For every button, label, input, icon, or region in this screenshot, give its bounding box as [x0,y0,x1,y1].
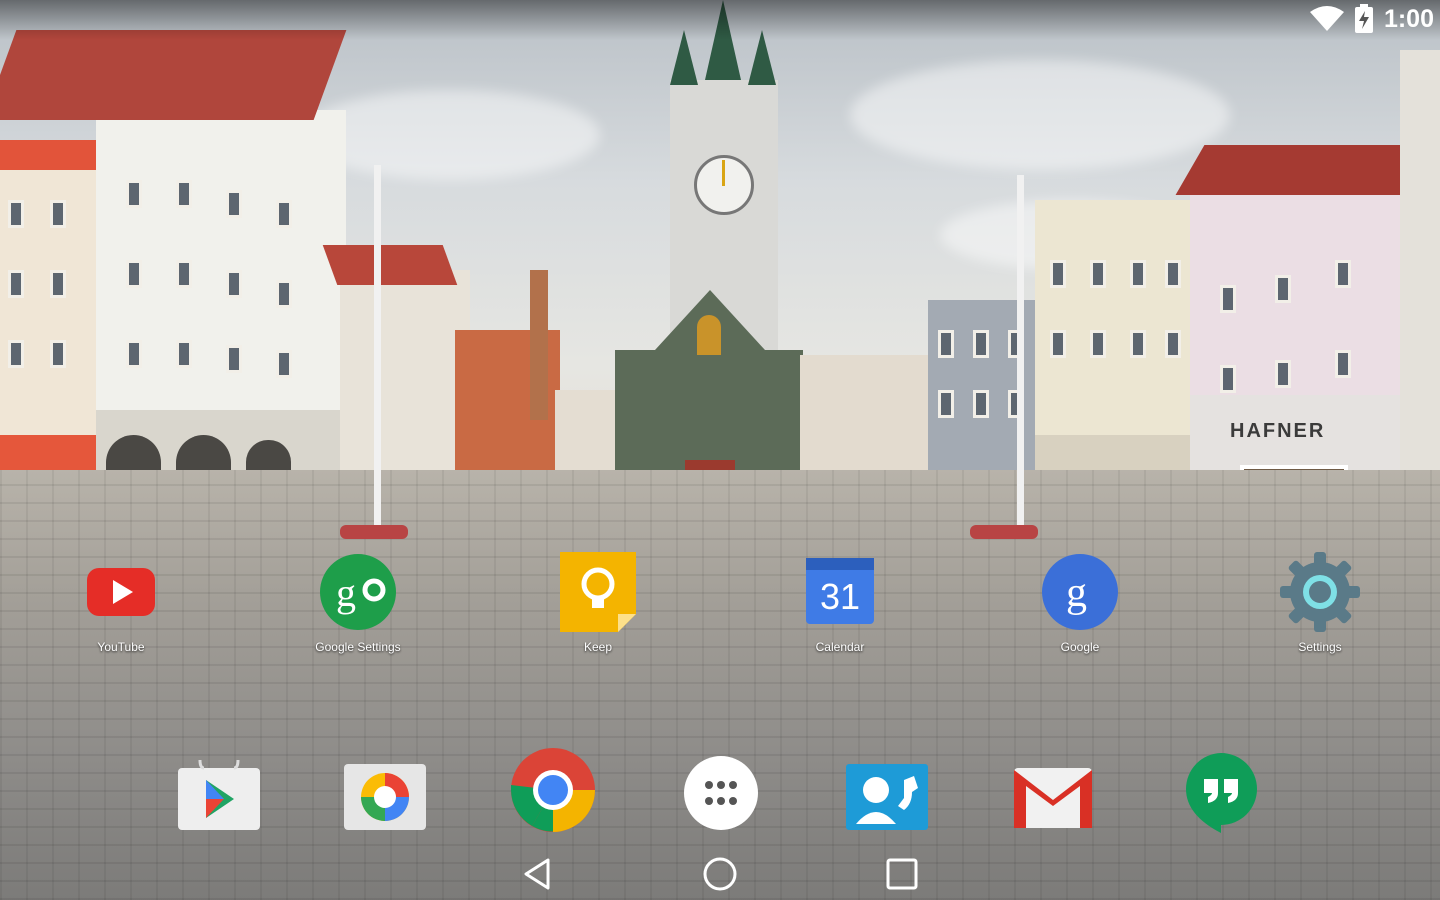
settings-gear-icon [1280,552,1360,632]
calendar-icon: 31 [800,552,880,632]
app-drawer-icon [684,756,758,830]
building-mid-left [322,245,470,500]
status-bar: 1:00 [0,0,1440,40]
bench [340,525,408,539]
back-button[interactable] [518,854,558,894]
app-label: Calendar [815,640,865,654]
google-icon: g [1040,552,1120,632]
dock-photos[interactable] [340,752,430,842]
home-button[interactable] [700,854,740,894]
calendar-date: 31 [819,576,861,617]
recents-button[interactable] [882,854,922,894]
app-settings[interactable]: Settings [1245,552,1395,654]
google-settings-icon: g [318,552,398,632]
photos-icon [344,764,426,830]
app-label: Google Settings [315,640,401,654]
storefront-sign: HAFNER [1230,420,1326,442]
navigation-bar [0,842,1440,900]
status-clock: 1:00 [1383,4,1434,33]
app-label: Keep [583,640,613,654]
app-calendar[interactable]: 31 Calendar [765,552,915,654]
contacts-icon [846,764,928,830]
building-right-cream [1035,200,1195,510]
building-left-white [0,30,347,520]
distant-spire [530,270,548,420]
dock-gmail[interactable] [1008,752,1098,842]
gmail-icon [1014,768,1092,828]
home-icon [703,857,737,891]
hangouts-icon [1186,753,1257,833]
dock-app-drawer[interactable] [676,748,766,838]
chrome-icon [511,748,595,832]
flag-pole [374,165,381,525]
svg-text:g: g [1066,570,1087,616]
app-youtube[interactable]: YouTube [46,552,196,654]
wifi-icon [1309,6,1344,31]
dock-play-store[interactable] [174,752,264,842]
cloud [850,60,1230,170]
app-label: Google [1060,640,1100,654]
bench [970,525,1038,539]
recents-icon [886,858,918,890]
app-label: Settings [1298,640,1342,654]
app-google-settings[interactable]: g Google Settings [283,552,433,654]
youtube-icon [81,552,161,632]
dock-hangouts[interactable] [1176,745,1266,835]
dock-chrome[interactable] [508,745,598,835]
app-keep[interactable]: Keep [523,552,673,654]
play-store-icon [178,759,260,830]
back-icon [524,858,550,890]
app-label: YouTube [97,640,145,654]
keep-icon [558,552,638,632]
flag-pole [1017,175,1024,525]
svg-text:g: g [336,570,356,615]
battery-charging-icon [1354,4,1373,33]
app-google[interactable]: g Google [1005,552,1155,654]
dock-contacts[interactable] [842,752,932,842]
